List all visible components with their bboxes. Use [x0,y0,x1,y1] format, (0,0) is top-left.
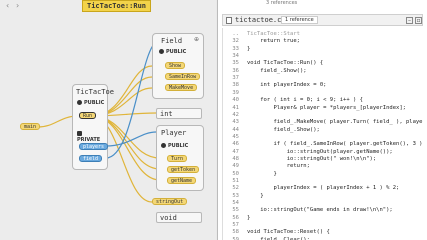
code-line[interactable]: io::stringOut("Game ends in draw!\n\n"); [247,207,392,213]
line-number: 48 [232,155,239,162]
player-public-access: PUBLIC [161,143,188,149]
line-number: 57 [232,222,239,229]
code-line[interactable]: io::stringOut(" won!\n\n"); [247,156,376,162]
public-icon [161,143,166,148]
line-number: 52 [232,185,239,192]
line-number: 42 [232,111,239,118]
expand-icon[interactable]: ▫ [415,17,422,24]
main-function-node[interactable]: main [20,123,41,130]
member-turn[interactable]: Turn [167,155,188,162]
references-header: 3 references [266,0,298,6]
line-number: 40 [232,97,239,104]
line-number: 51 [232,178,239,184]
line-number: 41 [232,104,239,111]
line-number: 53 [232,192,239,199]
member-makemove[interactable]: MakeMove [165,84,198,91]
tictactoe-private-access: PRIVATE [77,131,107,143]
code-listing[interactable]: .. TicTacToe::Start 32 return true; 33} 34 35… [222,28,423,240]
tictactoe-public-label: PUBLIC [84,100,105,106]
member-gettoken[interactable]: getToken [167,166,200,173]
line-number: 46 [232,141,239,148]
line-number: 32 [232,38,239,45]
tictactoe-class-node[interactable]: TicTacToe PUBLIC Run PRIVATE players fie… [72,84,114,170]
tictactoe-node-title: TicTacToe [76,88,114,96]
graph-view[interactable]: ‹ › TicTacToe::Run Field ⊕ PUBLIC Show S… [0,0,216,240]
int-type-node[interactable]: int [156,108,202,119]
code-line[interactable]: } [247,46,250,52]
tictactoe-public-access: PUBLIC [77,100,104,106]
file-header-bar: tictactoe.cpp 1 reference – ▫ [222,14,423,26]
member-run[interactable]: Run [79,112,97,119]
line-number: 35 [232,60,239,67]
member-sameinrow[interactable]: SameInRow [165,73,201,80]
member-getname[interactable]: getName [167,177,197,184]
line-number: 50 [232,170,239,177]
lock-icon [77,131,82,136]
code-line[interactable]: void TicTacToe::Run() { [247,60,323,66]
public-icon [77,100,82,105]
edge-players-player [105,131,157,147]
minimize-icon[interactable]: – [406,17,413,24]
public-icon [159,49,164,54]
line-number: 36 [232,67,239,74]
line-number: 43 [232,119,239,126]
code-line[interactable]: return true; [247,38,300,44]
code-line[interactable]: field_.Show(); [247,127,319,133]
code-view[interactable]: 3 references tictactoe.cpp 1 reference –… [217,0,427,240]
line-number: .. [232,31,239,37]
line-number: 45 [232,133,239,140]
line-number: 34 [232,53,239,60]
code-line[interactable]: io::stringOut(player.getName()); [247,149,393,155]
code-line[interactable]: void TicTacToe::Reset() { [247,229,330,235]
line-number: 47 [232,148,239,155]
reference-count-badge[interactable]: 1 reference [281,16,318,24]
line-number: 37 [232,75,239,82]
code-line[interactable]: } [247,171,276,177]
code-line[interactable]: playerIndex = ( playerIndex + 1 ) % 2; [247,185,399,191]
line-number: 58 [232,229,239,236]
field-public-access: PUBLIC [159,49,186,55]
code-line[interactable]: TicTacToe::Start [247,31,300,37]
field-node-title: Field [161,37,183,45]
player-node-title: Player [161,129,187,137]
field-node-expand-icon[interactable]: ⊕ [194,36,199,43]
line-number: 54 [232,200,239,207]
line-number: 55 [232,207,239,214]
code-line[interactable]: } [247,193,263,199]
code-line[interactable]: int playerIndex = 0; [247,82,326,88]
line-number: 44 [232,126,239,133]
line-number: 38 [232,82,239,89]
field-class-node[interactable]: Field ⊕ PUBLIC Show SameInRow MakeMove [152,33,204,99]
stringout-function-node[interactable]: stringOut [152,198,188,205]
line-number: 56 [232,214,239,221]
line-number: 33 [232,45,239,52]
member-field[interactable]: field [79,155,103,162]
code-line[interactable]: field_.MakeMove( player.Turn( field_ ), … [247,119,423,125]
line-number: 49 [232,163,239,170]
code-line[interactable]: field_.Show(); [247,68,306,74]
code-line[interactable]: } [247,215,250,221]
player-class-node[interactable]: Player PUBLIC Turn getToken getName [156,125,204,191]
member-show[interactable]: Show [165,62,186,69]
code-line[interactable]: for ( int i = 0; i < 9; i++ ) { [247,97,363,103]
line-number: 39 [232,89,239,96]
field-public-label: PUBLIC [166,49,187,55]
code-line[interactable]: if ( field_.SameInRow( player.getToken()… [247,141,422,147]
code-line[interactable]: Player& player = *players_[playerIndex]; [247,105,405,111]
player-public-label: PUBLIC [168,143,189,149]
void-type-node[interactable]: void [156,212,202,223]
file-icon [226,17,232,24]
member-players[interactable]: players [79,143,109,150]
code-line[interactable]: return; [247,163,310,169]
